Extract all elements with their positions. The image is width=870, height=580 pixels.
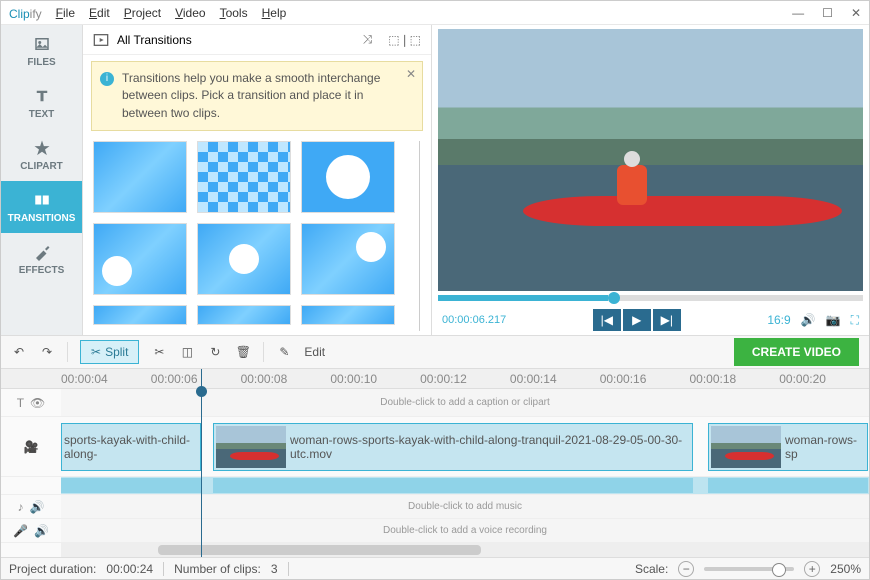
text-track-icon: T (17, 396, 24, 410)
menu-help[interactable]: Help (262, 6, 287, 20)
transition-thumb[interactable] (93, 141, 187, 213)
transition-thumb[interactable] (197, 223, 291, 295)
transition-thumb[interactable] (301, 141, 395, 213)
transition-thumb[interactable] (93, 305, 187, 325)
play-button[interactable]: ▶ (623, 309, 651, 331)
mute-icon[interactable]: 🔊 (30, 500, 45, 514)
video-clip[interactable]: woman-rows-sports-kayak-with-child-along… (213, 423, 693, 471)
transition-thumb[interactable] (93, 223, 187, 295)
video-track-icon: 🎥 (24, 440, 39, 454)
zoom-out-button[interactable]: − (678, 561, 694, 577)
tab-clipart[interactable]: CLIPART (1, 129, 82, 181)
play-list-icon (93, 32, 109, 48)
video-preview[interactable] (438, 29, 863, 291)
snapshot-icon[interactable]: 📷 (826, 313, 841, 327)
music-track[interactable]: Double-click to add music (61, 495, 869, 518)
undo-icon[interactable]: ↶ (11, 344, 27, 360)
aspect-ratio[interactable]: 16:9 (767, 313, 790, 327)
menu-tools[interactable]: Tools (220, 6, 248, 20)
create-video-button[interactable]: CREATE VIDEO (734, 338, 859, 366)
clips-value: 3 (271, 562, 278, 576)
transition-thumb[interactable] (301, 305, 395, 325)
apply-all-icon[interactable]: ⬚❘⬚ (388, 33, 421, 47)
edit-icon[interactable]: ✎ (276, 344, 292, 360)
mic-track-icon: 🎤 (13, 524, 28, 538)
maximize-icon[interactable]: ☐ (822, 6, 833, 20)
playhead[interactable] (201, 369, 202, 557)
audio-track[interactable] (61, 477, 869, 494)
menu-project[interactable]: Project (124, 6, 161, 20)
duration-value: 00:00:24 (106, 562, 153, 576)
zoom-slider[interactable] (704, 567, 794, 571)
volume-icon[interactable]: 🔊 (801, 313, 816, 327)
zoom-in-button[interactable]: + (804, 561, 820, 577)
edit-button[interactable]: Edit (304, 345, 325, 359)
transition-thumb[interactable] (197, 141, 291, 213)
crop-icon[interactable]: ◫ (179, 344, 195, 360)
seek-bar[interactable] (438, 295, 863, 301)
tab-files[interactable]: FILES (1, 25, 82, 77)
time-ruler[interactable]: 00:00:0400:00:0600:00:0800:00:1000:00:12… (1, 369, 869, 389)
scale-value: 250% (830, 562, 861, 576)
clips-label: Number of clips: (174, 562, 261, 576)
caption-track[interactable]: Double-click to add a caption or clipart (61, 389, 869, 416)
shuffle-icon[interactable]: ⤨ (363, 32, 373, 47)
delete-icon[interactable]: 🗑 (235, 344, 251, 360)
tab-effects[interactable]: EFFECTS (1, 233, 82, 285)
tab-transitions[interactable]: TRANSITIONS (1, 181, 82, 233)
video-clip[interactable]: woman-rows-sp (708, 423, 868, 471)
tab-text[interactable]: TEXT (1, 77, 82, 129)
prev-button[interactable]: |◀ (593, 309, 621, 331)
visibility-icon[interactable]: 👁 (30, 396, 45, 410)
video-clip[interactable]: sports-kayak-with-child-along- (61, 423, 201, 471)
next-button[interactable]: ▶| (653, 309, 681, 331)
info-icon: i (100, 72, 114, 86)
horizontal-scrollbar[interactable] (61, 543, 869, 557)
transition-thumb[interactable] (301, 223, 395, 295)
close-icon[interactable]: ✕ (851, 6, 861, 20)
redo-icon[interactable]: ↷ (39, 344, 55, 360)
music-track-icon: ♪ (18, 500, 24, 514)
duration-label: Project duration: (9, 562, 96, 576)
close-info-icon[interactable]: ✕ (406, 66, 416, 83)
app-logo: Clipify (9, 5, 42, 21)
info-banner: i Transitions help you make a smooth int… (91, 61, 423, 131)
video-track[interactable]: sports-kayak-with-child-along- woman-row… (61, 417, 869, 476)
voice-track[interactable]: Double-click to add a voice recording (61, 519, 869, 542)
fullscreen-icon[interactable]: ⛶ (851, 313, 859, 328)
mute-icon[interactable]: 🔊 (34, 524, 49, 538)
transition-thumb[interactable] (197, 305, 291, 325)
minimize-icon[interactable]: — (792, 6, 804, 20)
panel-title: All Transitions (117, 33, 192, 47)
split-button[interactable]: ✂ Split (80, 340, 139, 364)
scale-label: Scale: (635, 562, 668, 576)
cut-icon[interactable]: ✂ (151, 344, 167, 360)
timecode: 00:00:06.217 (442, 314, 506, 326)
menu-video[interactable]: Video (175, 6, 205, 20)
menu-file[interactable]: File (56, 6, 75, 20)
rotate-icon[interactable]: ↻ (207, 344, 223, 360)
menu-edit[interactable]: Edit (89, 6, 110, 20)
